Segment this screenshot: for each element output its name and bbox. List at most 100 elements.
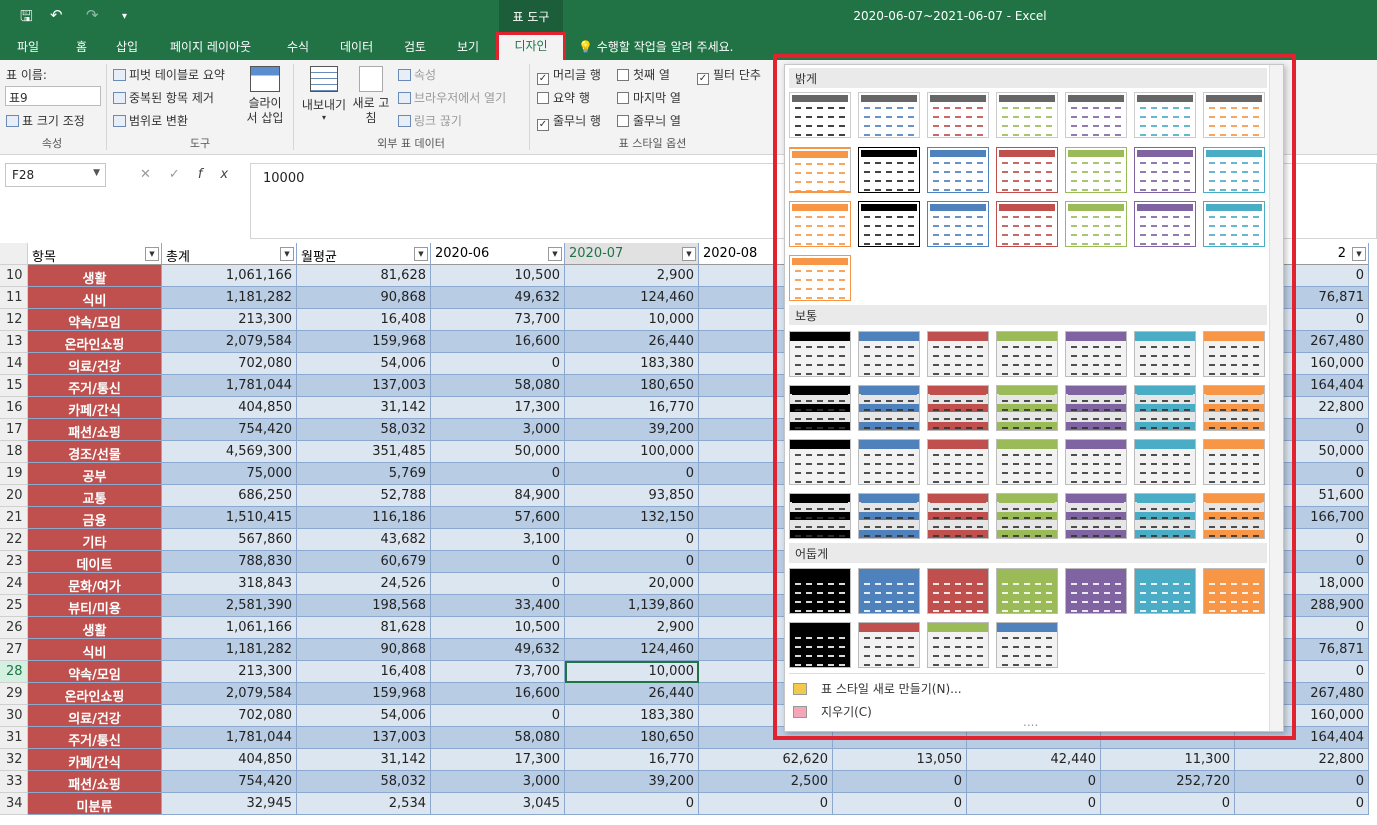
category-cell[interactable]: 공부 [28, 463, 162, 485]
category-cell[interactable]: 데이트 [28, 551, 162, 573]
value-cell[interactable]: 73,700 [431, 309, 565, 331]
value-cell[interactable]: 11,300 [1101, 749, 1235, 771]
tab-insert[interactable]: 삽입 [116, 38, 138, 55]
value-cell[interactable]: 2,079,584 [162, 331, 297, 353]
value-cell[interactable]: 137,003 [297, 727, 431, 749]
value-cell[interactable]: 686,250 [162, 485, 297, 507]
value-cell[interactable]: 24,526 [297, 573, 431, 595]
value-cell[interactable]: 2,581,390 [162, 595, 297, 617]
banded-rows-checkbox[interactable]: ✓ 줄무늬 행 [537, 112, 601, 131]
value-cell[interactable]: 0 [565, 793, 699, 815]
export-button[interactable]: 내보내기 ▾ [298, 66, 350, 122]
row-number[interactable]: 14 [0, 353, 28, 375]
value-cell[interactable]: 1,181,282 [162, 639, 297, 661]
value-cell[interactable]: 2,534 [297, 793, 431, 815]
value-cell[interactable]: 16,408 [297, 309, 431, 331]
category-cell[interactable]: 생활 [28, 617, 162, 639]
value-cell[interactable]: 180,650 [565, 727, 699, 749]
row-number[interactable]: 32 [0, 749, 28, 771]
row-number[interactable]: 13 [0, 331, 28, 353]
column-header[interactable]: 총계 ▼ [162, 243, 297, 265]
value-cell[interactable]: 75,000 [162, 463, 297, 485]
row-number[interactable]: 25 [0, 595, 28, 617]
column-header[interactable]: 2020-07 ▼ [565, 243, 699, 265]
tab-data[interactable]: 데이터 [340, 38, 373, 55]
category-cell[interactable]: 주거/통신 [28, 727, 162, 749]
row-number[interactable]: 29 [0, 683, 28, 705]
tab-home[interactable]: 홈 [76, 38, 87, 55]
column-header[interactable]: 2020-06 ▼ [431, 243, 565, 265]
value-cell[interactable]: 0 [431, 463, 565, 485]
value-cell[interactable]: 183,380 [565, 705, 699, 727]
value-cell[interactable]: 58,080 [431, 727, 565, 749]
value-cell[interactable]: 90,868 [297, 287, 431, 309]
value-cell[interactable]: 124,460 [565, 287, 699, 309]
filter-dropdown-icon[interactable]: ▼ [280, 247, 294, 261]
tab-view[interactable]: 보기 [457, 38, 479, 55]
row-number[interactable]: 31 [0, 727, 28, 749]
value-cell[interactable]: 0 [699, 793, 833, 815]
category-cell[interactable]: 식비 [28, 287, 162, 309]
category-cell[interactable]: 패션/쇼핑 [28, 419, 162, 441]
category-cell[interactable]: 교통 [28, 485, 162, 507]
value-cell[interactable]: 754,420 [162, 771, 297, 793]
value-cell[interactable]: 198,568 [297, 595, 431, 617]
banded-columns-checkbox[interactable]: 줄무늬 열 [617, 112, 681, 129]
filter-dropdown-icon[interactable]: ▼ [414, 247, 428, 261]
row-number[interactable]: 12 [0, 309, 28, 331]
tab-review[interactable]: 검토 [404, 38, 426, 55]
value-cell[interactable]: 404,850 [162, 397, 297, 419]
value-cell[interactable]: 2,079,584 [162, 683, 297, 705]
value-cell[interactable]: 17,300 [431, 397, 565, 419]
value-cell[interactable]: 702,080 [162, 353, 297, 375]
value-cell[interactable]: 567,860 [162, 529, 297, 551]
value-cell[interactable]: 49,632 [431, 287, 565, 309]
value-cell[interactable]: 81,628 [297, 617, 431, 639]
row-number[interactable]: 28 [0, 661, 28, 683]
value-cell[interactable]: 213,300 [162, 309, 297, 331]
row-number[interactable]: 11 [0, 287, 28, 309]
tab-design[interactable]: 디자인 [496, 32, 566, 63]
category-cell[interactable]: 의료/건강 [28, 705, 162, 727]
value-cell[interactable]: 5,769 [297, 463, 431, 485]
value-cell[interactable]: 3,045 [431, 793, 565, 815]
value-cell[interactable]: 318,843 [162, 573, 297, 595]
category-cell[interactable]: 의료/건강 [28, 353, 162, 375]
tab-page-layout[interactable]: 페이지 레이아웃 [170, 38, 251, 55]
value-cell[interactable]: 4,569,300 [162, 441, 297, 463]
total-row-checkbox[interactable]: 요약 행 [537, 89, 590, 106]
value-cell[interactable]: 33,400 [431, 595, 565, 617]
category-cell[interactable]: 금융 [28, 507, 162, 529]
value-cell[interactable]: 3,100 [431, 529, 565, 551]
row-number[interactable]: 24 [0, 573, 28, 595]
resize-table-button[interactable]: 표 크기 조정 [6, 112, 85, 129]
category-cell[interactable]: 경조/선물 [28, 441, 162, 463]
column-header[interactable]: 월평균 ▼ [297, 243, 431, 265]
value-cell[interactable]: 0 [431, 705, 565, 727]
row-number[interactable]: 17 [0, 419, 28, 441]
filter-dropdown-icon[interactable]: ▼ [548, 247, 562, 261]
value-cell[interactable]: 213,300 [162, 661, 297, 683]
value-cell[interactable]: 1,139,860 [565, 595, 699, 617]
value-cell[interactable]: 52,788 [297, 485, 431, 507]
category-cell[interactable]: 카페/간식 [28, 749, 162, 771]
filter-dropdown-icon[interactable]: ▼ [682, 247, 696, 261]
filter-dropdown-icon[interactable]: ▼ [1352, 247, 1366, 261]
unlink-button[interactable]: 링크 끊기 [398, 112, 462, 129]
value-cell[interactable]: 81,628 [297, 265, 431, 287]
value-cell[interactable]: 0 [833, 771, 967, 793]
value-cell[interactable]: 0 [1235, 793, 1369, 815]
row-number[interactable]: 34 [0, 793, 28, 815]
value-cell[interactable]: 26,440 [565, 683, 699, 705]
value-cell[interactable]: 58,032 [297, 771, 431, 793]
convert-range-button[interactable]: 범위로 변환 [113, 112, 188, 129]
value-cell[interactable]: 16,600 [431, 331, 565, 353]
value-cell[interactable]: 13,050 [833, 749, 967, 771]
filter-button-checkbox[interactable]: ✓ 필터 단추 [697, 66, 761, 85]
table-name-input[interactable]: 표9 [5, 86, 101, 106]
category-cell[interactable]: 온라인쇼핑 [28, 683, 162, 705]
value-cell[interactable]: 43,682 [297, 529, 431, 551]
value-cell[interactable]: 159,968 [297, 683, 431, 705]
refresh-button[interactable]: 새로 고침 [349, 66, 393, 126]
value-cell[interactable]: 54,006 [297, 353, 431, 375]
